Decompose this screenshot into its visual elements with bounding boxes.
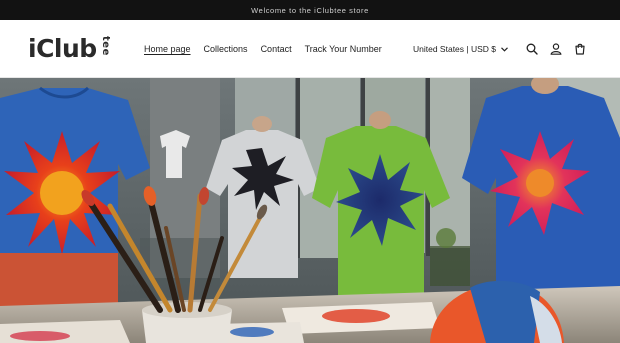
- logo-text: iClub: [28, 34, 97, 63]
- main-nav: Home page Collections Contact Track Your…: [144, 20, 382, 78]
- nav-item-contact[interactable]: Contact: [261, 44, 292, 54]
- nav-item-home[interactable]: Home page: [144, 44, 191, 54]
- logo-suffix: tee: [99, 36, 111, 56]
- nav-item-track-number[interactable]: Track Your Number: [305, 44, 382, 54]
- hero-image: [0, 78, 620, 343]
- chevron-down-icon: [501, 46, 508, 52]
- header-tools: United States | USD $: [413, 20, 592, 78]
- store-logo[interactable]: iClub tee: [28, 34, 117, 66]
- announcement-bar: Welcome to the iClubtee store: [0, 0, 620, 20]
- search-button[interactable]: [520, 37, 544, 61]
- cart-icon: [575, 43, 585, 55]
- announcement-text: Welcome to the iClubtee store: [251, 5, 369, 15]
- site-header: iClub tee Home page Collections Contact …: [0, 20, 620, 78]
- country-selector[interactable]: United States | USD $: [413, 44, 508, 54]
- hero-banner: [0, 78, 620, 343]
- search-icon: [526, 43, 538, 55]
- cart-button[interactable]: [568, 37, 592, 61]
- country-label: United States | USD $: [413, 44, 496, 54]
- account-icon: [550, 43, 562, 55]
- account-button[interactable]: [544, 37, 568, 61]
- nav-item-collections[interactable]: Collections: [204, 44, 248, 54]
